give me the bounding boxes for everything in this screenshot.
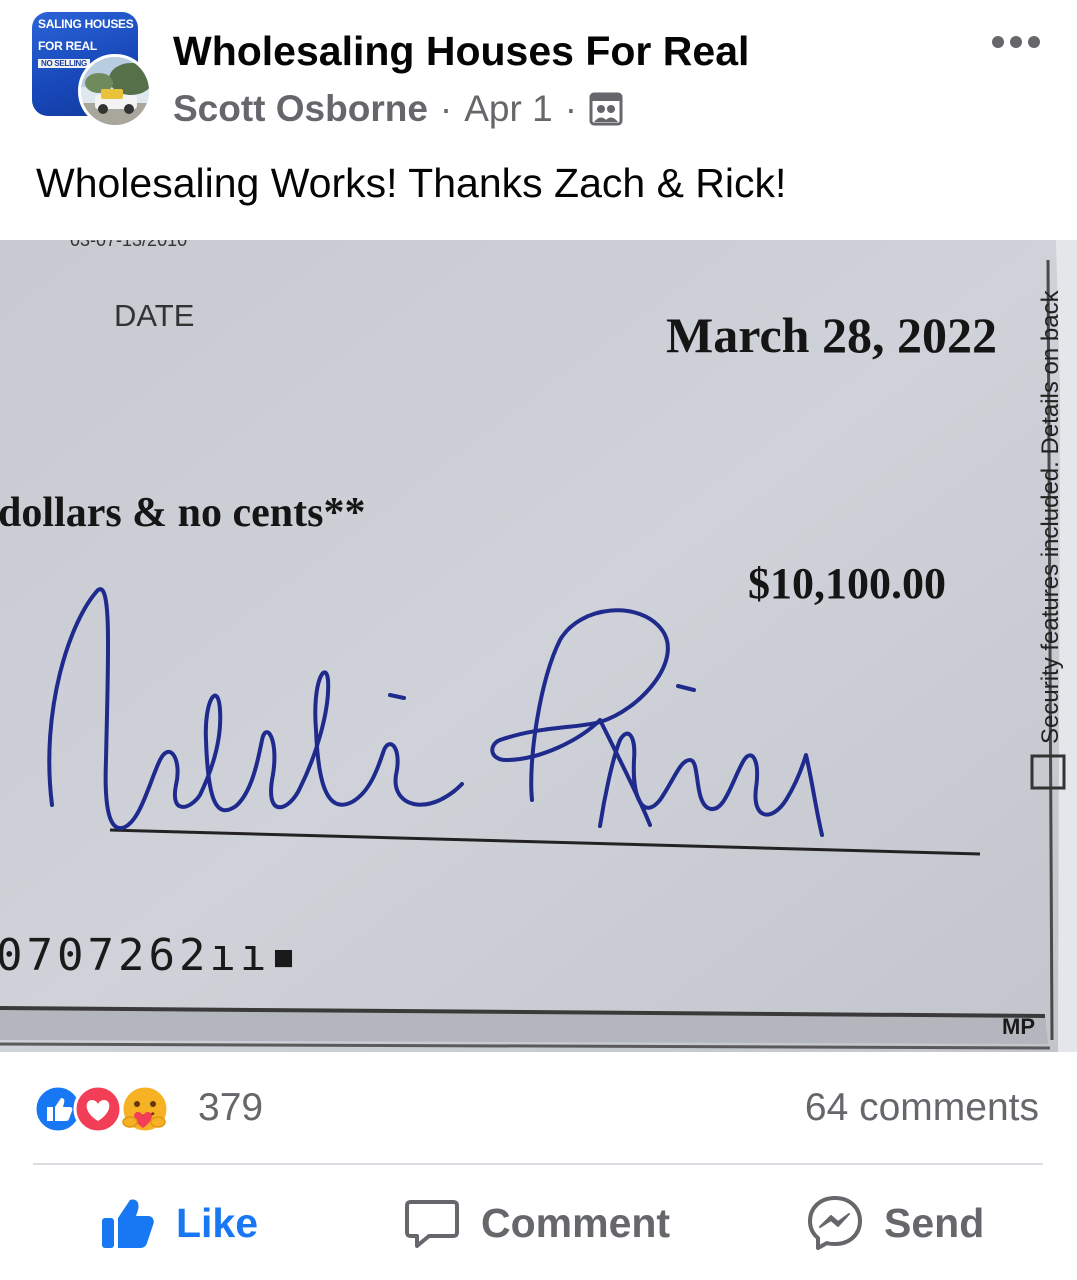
post-text: Wholesaling Works! Thanks Zach & Rick!	[36, 160, 787, 206]
group-avatar-text-1: SALING HOUSES	[38, 17, 134, 31]
post-date[interactable]: Apr 1	[464, 88, 552, 130]
care-reaction-icon	[120, 1084, 170, 1134]
check-security-text: Security features included. Details on b…	[1037, 289, 1064, 744]
check-security-note: Security features included. Details on b…	[1030, 289, 1066, 790]
check-image: 03-07-13/2010 DATE March 28, 2022 dollar…	[0, 240, 1077, 1052]
check-top-partial: 03-07-13/2010	[70, 240, 187, 250]
action-bar: Like Comment Send	[0, 1180, 1077, 1270]
check-printer-mark: MP	[1002, 1014, 1035, 1039]
group-audience-icon[interactable]	[589, 92, 623, 126]
send-button[interactable]: Send	[806, 1188, 984, 1258]
check-amount: $10,100.00	[748, 559, 946, 608]
reaction-icons[interactable]	[33, 1084, 175, 1134]
divider	[33, 1163, 1043, 1165]
more-horizontal-icon	[1010, 36, 1022, 48]
post-header: SALING HOUSES FOR REAL NO SELLING Wholes…	[0, 0, 1077, 140]
like-label: Like	[176, 1199, 259, 1246]
send-label: Send	[884, 1199, 985, 1246]
check-date: March 28, 2022	[666, 307, 997, 363]
meta-separator: ·	[564, 88, 578, 129]
post-photo[interactable]: 03-07-13/2010 DATE March 28, 2022 dollar…	[0, 240, 1077, 1052]
check-written-amount: dollars & no cents**	[0, 490, 366, 536]
author-name[interactable]: Scott Osborne	[173, 88, 428, 130]
comment-label: Comment	[481, 1199, 671, 1246]
check-micr-line: 0707262ıı▪	[0, 930, 301, 981]
messenger-icon	[808, 1196, 862, 1250]
reaction-count[interactable]: 379	[198, 1086, 263, 1130]
user-avatar-photo	[81, 57, 149, 125]
more-horizontal-icon	[992, 36, 1004, 48]
like-button[interactable]: Like	[98, 1188, 258, 1258]
comment-button[interactable]: Comment	[403, 1188, 670, 1258]
group-name[interactable]: Wholesaling Houses For Real	[173, 28, 749, 75]
meta-separator: ·	[439, 88, 453, 129]
check-date-label: DATE	[114, 298, 194, 333]
user-avatar[interactable]	[78, 54, 152, 128]
reactions-bar: 379 64 comments	[33, 1082, 1043, 1138]
comments-count[interactable]: 64 comments	[805, 1086, 1039, 1130]
group-avatar-text-2: FOR REAL	[38, 39, 97, 53]
post-meta: Scott Osborne · Apr 1 ·	[173, 88, 623, 130]
more-horizontal-icon	[1028, 36, 1040, 48]
love-reaction-icon	[73, 1084, 123, 1134]
comment-bubble-icon	[405, 1200, 459, 1248]
group-avatar-text-3: NO SELLING	[38, 59, 90, 68]
thumbs-up-icon	[102, 1199, 154, 1248]
avatar-group[interactable]: SALING HOUSES FOR REAL NO SELLING	[32, 12, 152, 128]
more-options-button[interactable]	[992, 30, 1048, 54]
